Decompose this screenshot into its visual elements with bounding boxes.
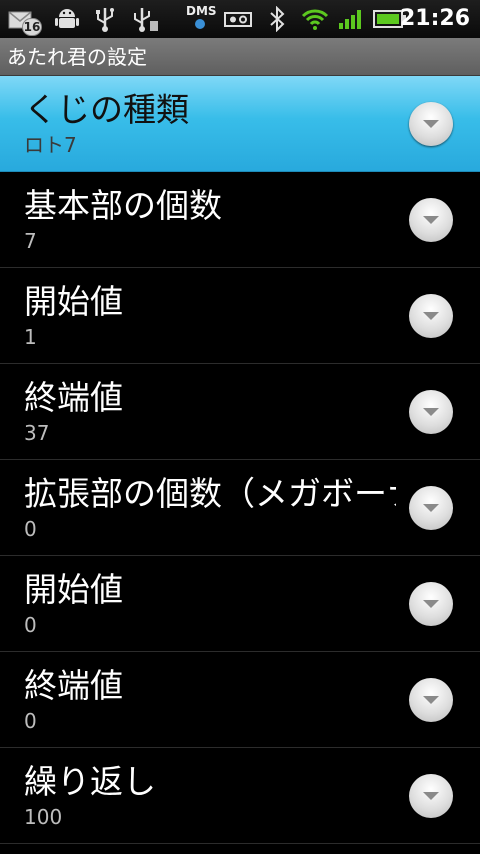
notification-count-badge: 16 bbox=[22, 18, 42, 36]
dropdown-button[interactable] bbox=[409, 774, 453, 818]
setting-extension-end[interactable]: 終端値 0 bbox=[0, 652, 480, 748]
chevron-down-icon bbox=[423, 696, 439, 704]
dropdown-button[interactable] bbox=[409, 678, 453, 722]
dropdown-button[interactable] bbox=[409, 198, 453, 242]
camera-icon bbox=[222, 0, 254, 38]
setting-value: 0 bbox=[24, 709, 37, 733]
chevron-down-icon bbox=[423, 792, 439, 800]
setting-value: 37 bbox=[24, 421, 50, 445]
chevron-down-icon bbox=[423, 408, 439, 416]
status-time: 21:26 bbox=[399, 6, 470, 31]
dms-icon bbox=[195, 19, 205, 29]
dms-label: DMS bbox=[186, 4, 217, 18]
setting-title: 繰り返し bbox=[24, 762, 156, 801]
page-title: あたれ君の設定 bbox=[7, 45, 147, 69]
dropdown-button[interactable] bbox=[409, 390, 453, 434]
setting-title: 拡張部の個数（メガボーナス） bbox=[24, 474, 396, 513]
settings-list: くじの種類 ロト7 基本部の個数 7 開始値 1 終端値 37 拡張部の個数（メ… bbox=[0, 76, 480, 844]
bluetooth-icon bbox=[266, 0, 288, 38]
dropdown-button[interactable] bbox=[409, 294, 453, 338]
chevron-down-icon bbox=[423, 600, 439, 608]
android-icon bbox=[52, 0, 82, 38]
chevron-down-icon bbox=[423, 216, 439, 224]
signal-icon bbox=[336, 0, 366, 38]
setting-value: ロト7 bbox=[24, 133, 77, 157]
setting-title: 開始値 bbox=[24, 570, 123, 609]
chevron-down-icon bbox=[423, 504, 439, 512]
setting-value: 0 bbox=[24, 517, 37, 541]
setting-base-count[interactable]: 基本部の個数 7 bbox=[0, 172, 480, 268]
setting-extension-count[interactable]: 拡張部の個数（メガボーナス） 0 bbox=[0, 460, 480, 556]
setting-value: 7 bbox=[24, 229, 37, 253]
dropdown-button[interactable] bbox=[409, 582, 453, 626]
setting-base-start[interactable]: 開始値 1 bbox=[0, 268, 480, 364]
usb-icon bbox=[92, 0, 118, 38]
setting-title: 終端値 bbox=[24, 378, 123, 417]
usb-icon bbox=[130, 0, 160, 38]
title-bar: あたれ君の設定 bbox=[0, 38, 480, 76]
setting-repeat[interactable]: 繰り返し 100 bbox=[0, 748, 480, 844]
setting-lottery-type[interactable]: くじの種類 ロト7 bbox=[0, 76, 480, 172]
chevron-down-icon bbox=[423, 120, 439, 128]
dropdown-button[interactable] bbox=[409, 102, 453, 146]
setting-title: くじの種類 bbox=[24, 90, 189, 129]
setting-title: 基本部の個数 bbox=[24, 186, 222, 225]
setting-title: 開始値 bbox=[24, 282, 123, 321]
setting-value: 0 bbox=[24, 613, 37, 637]
setting-value: 1 bbox=[24, 325, 37, 349]
wifi-icon bbox=[300, 0, 330, 38]
dropdown-button[interactable] bbox=[409, 486, 453, 530]
setting-extension-start[interactable]: 開始値 0 bbox=[0, 556, 480, 652]
status-bar: 16 DMS 21:26 bbox=[0, 0, 480, 38]
setting-value: 100 bbox=[24, 805, 63, 829]
setting-title: 終端値 bbox=[24, 666, 123, 705]
setting-base-end[interactable]: 終端値 37 bbox=[0, 364, 480, 460]
chevron-down-icon bbox=[423, 312, 439, 320]
